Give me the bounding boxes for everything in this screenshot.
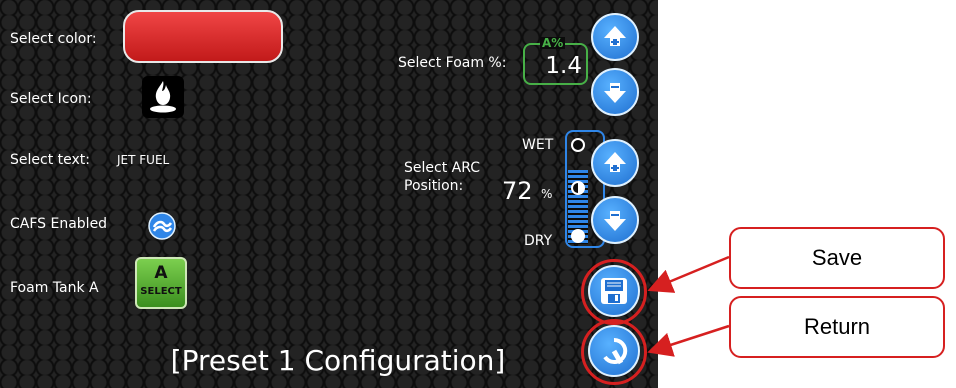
arrow-up-icon: [604, 152, 626, 172]
arc-position-unit: %: [541, 187, 553, 201]
save-callout: Save: [729, 227, 945, 289]
select-arc-label-line2: Position:: [404, 178, 464, 194]
save-callout-arrow: [647, 255, 730, 293]
foam-down-button[interactable]: [591, 68, 639, 116]
cafs-wave-icon[interactable]: [148, 212, 176, 240]
color-picker-button[interactable]: [123, 10, 283, 63]
fire-icon[interactable]: [142, 76, 184, 118]
select-arc-label-line1: Select ARC: [404, 160, 481, 176]
return-highlight-ring: [581, 319, 647, 385]
arrow-up-icon: [604, 26, 626, 46]
foam-tank-select-button[interactable]: A SELECT: [135, 257, 187, 309]
arc-up-button[interactable]: [591, 139, 639, 187]
select-text-label: Select text:: [10, 152, 90, 168]
foam-tank-label: Foam Tank A: [10, 280, 99, 296]
half-indicator-icon: [571, 181, 585, 195]
arrow-down-icon: [604, 211, 626, 231]
select-icon-label: Select Icon:: [10, 91, 92, 107]
foam-percent-value: 1.4: [545, 53, 582, 79]
select-foam-label: Select Foam %:: [398, 55, 507, 71]
dry-indicator-icon: [571, 229, 585, 243]
preset-configuration-screen: Select color: Select Icon: Select text: …: [0, 0, 658, 388]
wet-indicator-icon: [571, 138, 585, 152]
return-callout: Return: [729, 296, 945, 358]
arc-wet-label: WET: [522, 137, 554, 153]
arc-position-value: 72: [502, 177, 533, 205]
foam-up-button[interactable]: [591, 13, 639, 61]
tank-select-text: SELECT: [140, 286, 182, 297]
foam-percent-tag: A%: [540, 36, 566, 50]
save-highlight-ring: [581, 259, 647, 325]
arc-down-button[interactable]: [591, 196, 639, 244]
page-title: [Preset 1 Configuration]: [170, 344, 506, 377]
tank-glyph: A: [154, 263, 168, 283]
arrow-down-icon: [604, 83, 626, 103]
arc-dry-label: DRY: [524, 233, 553, 249]
cafs-enabled-label: CAFS Enabled: [10, 216, 108, 232]
selected-text-value[interactable]: JET FUEL: [117, 153, 169, 167]
select-color-label: Select color:: [10, 31, 97, 47]
